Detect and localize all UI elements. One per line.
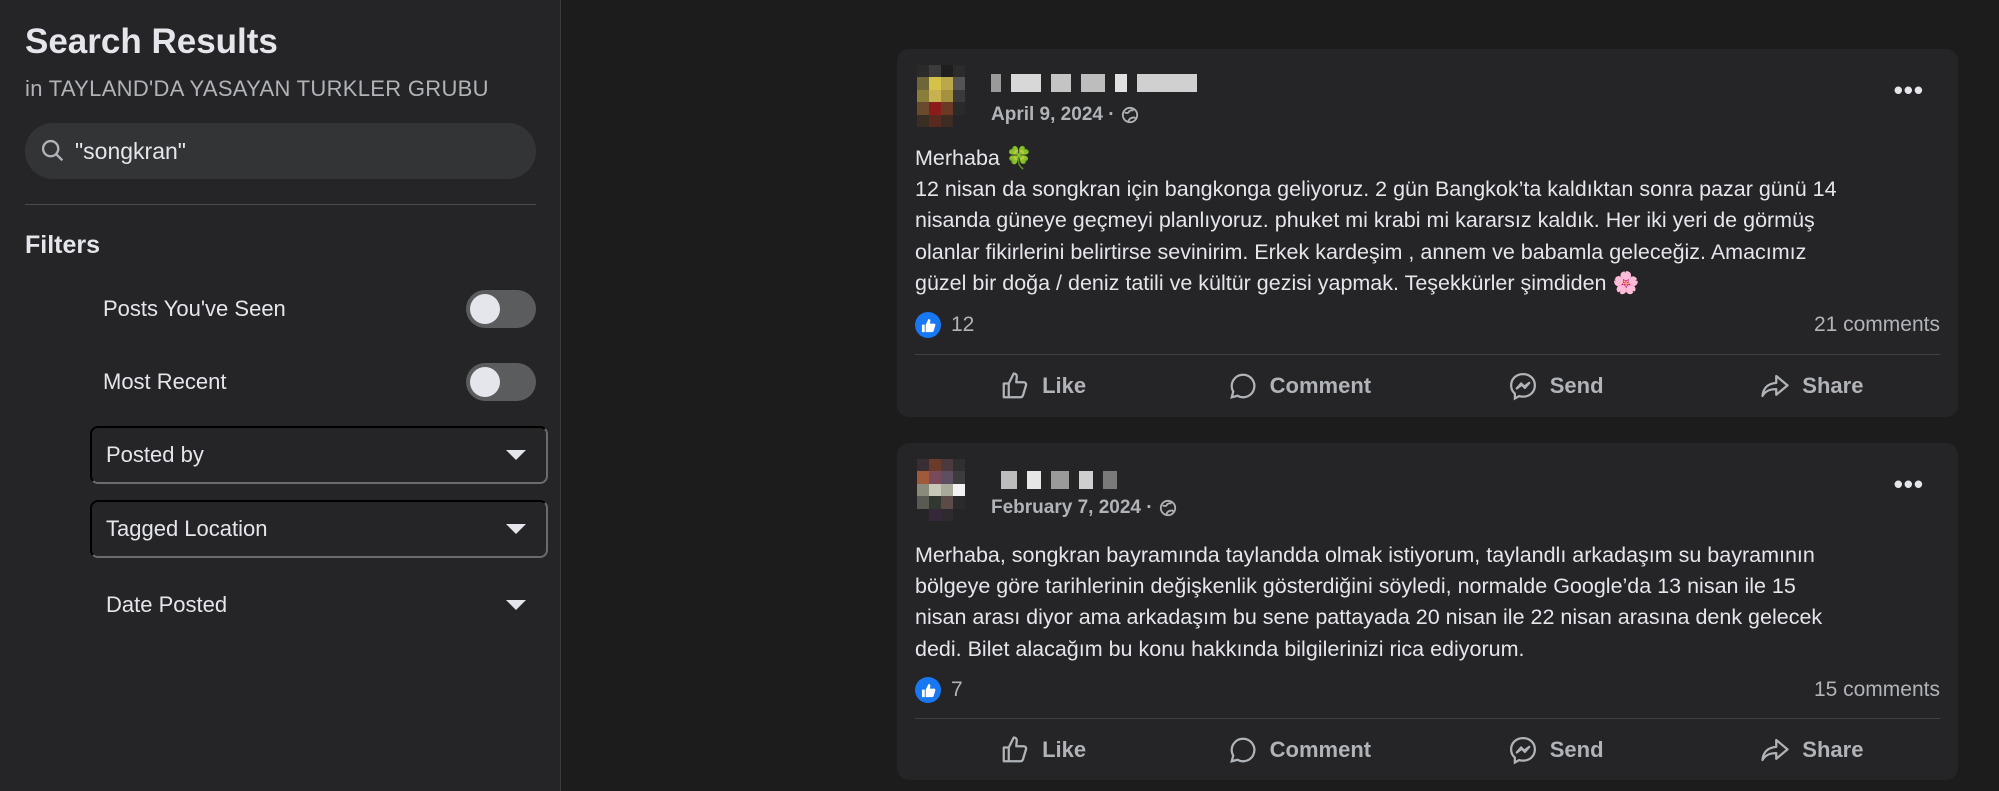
- more-options-icon[interactable]: •••: [1894, 77, 1924, 103]
- share-arrow-icon: [1761, 738, 1789, 762]
- share-button[interactable]: Share: [1684, 730, 1940, 770]
- filter-posts-seen[interactable]: Posts You've Seen: [90, 290, 536, 328]
- post-text-line: güzel bir doğa / deniz tatili ve kültür …: [915, 270, 1640, 295]
- post-text-line: nisanda güneye geçmeyi planlıyoruz. phuk…: [915, 208, 1815, 233]
- more-options-icon[interactable]: •••: [1894, 471, 1924, 497]
- send-button[interactable]: Send: [1428, 366, 1684, 406]
- posted-by-dropdown[interactable]: Posted by: [90, 426, 548, 484]
- post-text-line: Merhaba 🍀: [915, 146, 1033, 170]
- post-text-line: Merhaba, songkran bayramında taylandda o…: [915, 543, 1815, 567]
- like-count: 12: [951, 313, 975, 336]
- caret-down-icon: [506, 524, 526, 534]
- post-actions: Like Comment Send Share: [915, 366, 1940, 406]
- search-sidebar: Search Results in TAYLAND'DA YASAYAN TUR…: [0, 0, 561, 791]
- dropdown-label: Tagged Location: [106, 516, 268, 541]
- toggle-knob: [470, 294, 500, 324]
- thumbs-up-icon: [1002, 372, 1028, 399]
- like-button[interactable]: Like: [915, 366, 1171, 406]
- post-date: April 9, 2024 ·: [991, 104, 1115, 125]
- post-timestamp[interactable]: April 9, 2024 ·: [991, 104, 1139, 126]
- thumbs-up-icon: [1002, 736, 1028, 763]
- filter-label: Most Recent: [103, 369, 227, 394]
- reaction-summary[interactable]: 7: [915, 677, 963, 703]
- reaction-summary[interactable]: 12: [915, 312, 974, 338]
- avatar[interactable]: [917, 65, 965, 127]
- like-label: Like: [1042, 737, 1087, 762]
- author-name-redacted[interactable]: [991, 74, 1197, 92]
- like-button[interactable]: Like: [915, 730, 1171, 770]
- reactions-bar: 7 15 comments: [915, 677, 1940, 703]
- search-icon: [41, 139, 64, 162]
- filters-heading: Filters: [25, 231, 101, 259]
- send-label: Send: [1549, 737, 1604, 762]
- send-button[interactable]: Send: [1428, 730, 1684, 770]
- post-body: Merhaba 🍀 12 nisan da songkran için bang…: [915, 143, 1940, 299]
- comment-label: Comment: [1269, 737, 1372, 762]
- post-date: February 7, 2024 ·: [991, 497, 1153, 518]
- share-label: Share: [1802, 737, 1864, 762]
- search-bar[interactable]: [25, 123, 536, 179]
- reactions-bar: 12 21 comments: [915, 312, 1940, 338]
- comment-bubble-icon: [1229, 373, 1256, 399]
- divider: [25, 204, 536, 205]
- post-text-line: olanlar fikirlerini belirtirse sevinirim…: [915, 239, 1807, 264]
- caret-down-icon: [506, 450, 526, 460]
- group-name[interactable]: in TAYLAND'DA YASAYAN TURKLER GRUBU: [25, 76, 489, 102]
- messenger-icon: [1509, 736, 1536, 765]
- like-label: Like: [1042, 373, 1087, 398]
- search-input[interactable]: [75, 137, 495, 165]
- comment-count[interactable]: 21 comments: [1814, 313, 1940, 337]
- like-reaction-icon: [915, 677, 941, 703]
- post-actions: Like Comment Send Share: [915, 730, 1940, 770]
- posts-seen-toggle[interactable]: [466, 290, 536, 328]
- author-name-redacted[interactable]: [1001, 471, 1117, 489]
- toggle-knob: [470, 367, 500, 397]
- dropdown-label: Date Posted: [106, 592, 228, 617]
- comment-label: Comment: [1269, 373, 1372, 398]
- share-label: Share: [1802, 373, 1864, 398]
- dropdown-label: Posted by: [106, 442, 204, 467]
- comment-bubble-icon: [1229, 737, 1256, 763]
- share-button[interactable]: Share: [1684, 366, 1940, 406]
- post-text-line: 12 nisan da songkran için bangkonga geli…: [915, 177, 1837, 202]
- messenger-icon: [1509, 372, 1536, 401]
- like-reaction-icon: [915, 312, 941, 338]
- page-title: Search Results: [25, 22, 278, 61]
- post-card: February 7, 2024 · ••• Merhaba, songkran…: [897, 443, 1958, 780]
- post-text-line: bölgeye göre tarihlerinin değişkenlik gö…: [915, 574, 1796, 599]
- comment-count[interactable]: 15 comments: [1814, 678, 1940, 702]
- most-recent-toggle[interactable]: [466, 363, 536, 401]
- date-posted-dropdown[interactable]: Date Posted: [90, 576, 548, 634]
- post-card: April 9, 2024 · ••• Merhaba 🍀 12 nisan d…: [897, 49, 1958, 417]
- divider: [915, 354, 1940, 355]
- post-text-line: dedi. Bilet alacağım bu konu hakkında bi…: [915, 636, 1525, 661]
- send-label: Send: [1549, 373, 1604, 398]
- tagged-location-dropdown[interactable]: Tagged Location: [90, 500, 548, 558]
- filter-most-recent[interactable]: Most Recent: [90, 363, 536, 401]
- share-arrow-icon: [1761, 374, 1789, 398]
- like-count: 7: [951, 678, 963, 701]
- globe-icon: [1159, 499, 1176, 517]
- filter-label: Posts You've Seen: [103, 296, 286, 321]
- globe-icon: [1121, 106, 1138, 124]
- comment-button[interactable]: Comment: [1171, 366, 1427, 406]
- avatar[interactable]: [917, 459, 965, 521]
- comment-button[interactable]: Comment: [1171, 730, 1427, 770]
- divider: [915, 718, 1940, 719]
- caret-down-icon: [506, 600, 526, 610]
- post-text-line: nisan arası diyor ama arkadaşım bu sene …: [915, 605, 1823, 630]
- post-timestamp[interactable]: February 7, 2024 ·: [991, 497, 1177, 519]
- post-body: Merhaba, songkran bayramında taylandda o…: [915, 540, 1940, 665]
